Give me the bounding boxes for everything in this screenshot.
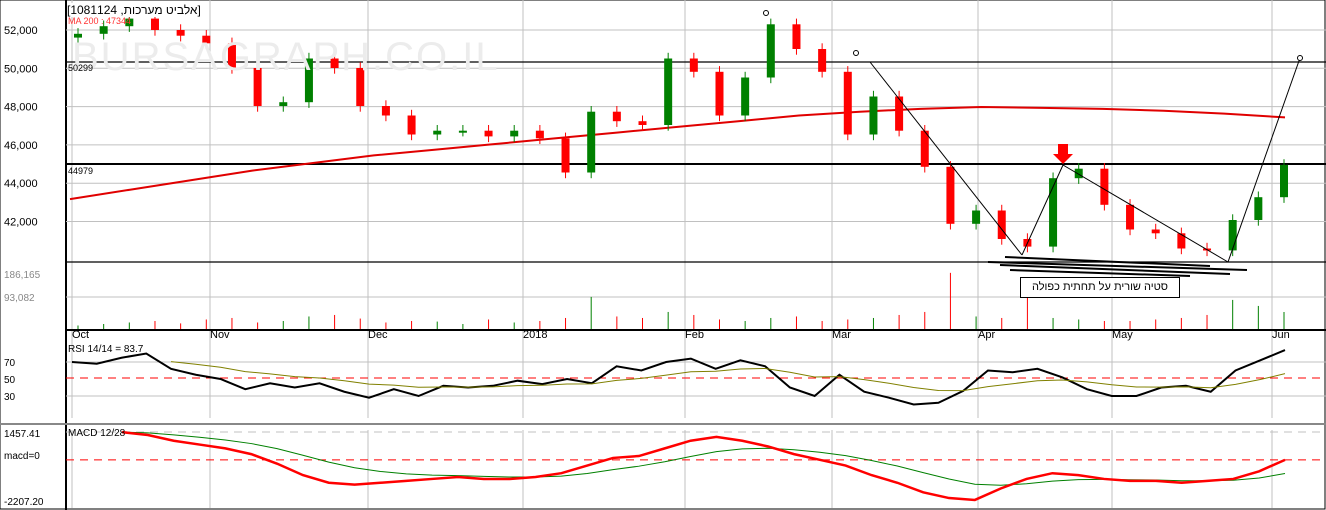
candle-up xyxy=(433,130,442,135)
macd-tick-label: 1457.41 xyxy=(4,429,41,440)
anchor-point xyxy=(853,50,859,56)
stock-chart: Oct Nov Dec 2018 Feb Mar Apr May Jun 52,000 50,000… xyxy=(0,0,1326,510)
candle-down xyxy=(561,138,570,173)
level-label-1: 50299 xyxy=(68,63,94,73)
candle-down xyxy=(689,58,698,72)
candle-down xyxy=(638,121,647,125)
candle-up xyxy=(458,130,467,133)
candle-down xyxy=(1100,168,1109,205)
trend-line xyxy=(1062,164,1229,263)
candle-down xyxy=(946,166,955,224)
candle-up xyxy=(1074,168,1083,179)
macd-tick-label: -2207.20 xyxy=(4,497,44,508)
macd-title: MACD 12/28 xyxy=(68,428,126,439)
candle-down xyxy=(1177,233,1186,249)
price-tick-label: 44,000 xyxy=(4,178,38,190)
candle-down xyxy=(1151,229,1160,234)
candle-down xyxy=(997,210,1006,239)
rsi-tick-label: 70 xyxy=(4,358,16,369)
trend-line xyxy=(1227,57,1301,263)
candle-down xyxy=(150,18,159,30)
volume-tick-label: 93,082 xyxy=(4,293,35,304)
rsi-tick-label: 30 xyxy=(4,392,16,403)
price-tick-label: 46,000 xyxy=(4,140,38,152)
price-tick-label: 50,000 xyxy=(4,63,38,75)
candle-up xyxy=(1228,220,1237,251)
candle-down xyxy=(715,71,724,116)
rsi-signal-line xyxy=(170,361,1286,392)
ma-label: MA 200 : 47344 xyxy=(68,16,132,26)
anchor-point xyxy=(1297,55,1303,61)
candle-up xyxy=(510,130,519,137)
arrow-down-icon xyxy=(1053,144,1073,164)
candle-up xyxy=(664,58,673,125)
anchor-point xyxy=(763,10,769,16)
candle-down xyxy=(612,111,621,122)
candle-up xyxy=(1254,197,1263,220)
rsi-title: RSI 14/14 = 83.7 xyxy=(68,344,144,355)
level-label-2: 44979 xyxy=(68,166,94,176)
macd-signal-line xyxy=(121,431,1286,486)
chart-title: [1081124 ,אלביט מערכות] xyxy=(67,3,201,17)
macd-line xyxy=(121,430,1286,502)
candle-down xyxy=(381,106,390,116)
candle-down xyxy=(920,130,929,167)
candle-down xyxy=(535,130,544,139)
candle-up xyxy=(99,26,108,34)
candle-down xyxy=(792,24,801,49)
candle-up xyxy=(972,210,981,224)
candle-down xyxy=(1126,204,1135,230)
trend-line xyxy=(869,61,1023,256)
candle-up xyxy=(279,102,288,106)
price-tick-label: 48,000 xyxy=(4,102,38,114)
annotation-box: סטיה שורית על תחתית כפולה xyxy=(1020,277,1180,298)
price-tick-label: 42,000 xyxy=(4,217,38,229)
macd-tick-label: macd=0 xyxy=(4,451,40,462)
rsi-tick-label: 50 xyxy=(4,375,16,386)
volume-tick-label: 186,165 xyxy=(4,270,41,281)
candle-up xyxy=(1049,178,1058,247)
candle-up xyxy=(766,24,775,78)
candle-down xyxy=(843,71,852,135)
watermark: BURSAGRAPH.CO.IL xyxy=(72,35,500,79)
candle-up xyxy=(741,77,750,116)
price-tick-label: 52,000 xyxy=(4,25,38,37)
candle-down xyxy=(895,96,904,131)
candle-up xyxy=(869,96,878,135)
candle-down xyxy=(818,49,827,72)
candle-down xyxy=(484,130,493,137)
candle-up xyxy=(1280,164,1288,198)
candle-down xyxy=(407,115,416,135)
candle-up xyxy=(587,111,596,173)
